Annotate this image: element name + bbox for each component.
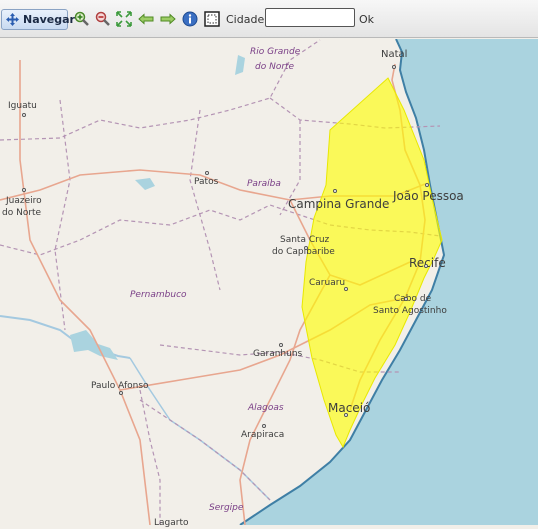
city-marker-joao-pessoa — [425, 183, 429, 187]
map-canvas[interactable] — [0, 39, 538, 525]
city-label-cabo-1: Cabo de — [394, 294, 432, 304]
city-marker-garanhuns — [279, 343, 283, 347]
city-marker-cabo — [404, 297, 408, 301]
city-marker-santa-cruz — [304, 246, 308, 250]
city-marker-paulo-afonso — [119, 391, 123, 395]
state-label-pernambuco: Pernambuco — [130, 290, 187, 300]
navigate-label: Navegar — [23, 13, 75, 26]
map-toolbar: Navegar Cidade: Ok — [0, 0, 538, 38]
state-label-alagoas: Alagoas — [248, 403, 284, 413]
city-marker-patos — [205, 171, 209, 175]
city-marker-natal — [392, 65, 396, 69]
state-label-sergipe: Sergipe — [209, 503, 244, 513]
city-label: Cidade: — [226, 13, 268, 26]
city-label-iguatu: Iguatu — [8, 101, 37, 111]
city-marker-iguatu — [22, 113, 26, 117]
select-box-icon[interactable] — [204, 11, 220, 27]
city-label-santa-cruz-1: Santa Cruz — [280, 235, 330, 245]
ok-button[interactable]: Ok — [359, 13, 374, 26]
city-label-recife: Recife — [409, 256, 446, 270]
city-label-campina-grande: Campina Grande — [288, 197, 390, 211]
city-marker-campina-grande — [333, 189, 337, 193]
city-label-caruaru: Caruaru — [309, 278, 346, 288]
next-view-icon[interactable] — [160, 11, 176, 27]
city-search-input[interactable] — [265, 8, 355, 27]
info-icon[interactable] — [182, 11, 198, 27]
navigate-button[interactable]: Navegar — [1, 9, 75, 30]
zoom-in-icon[interactable] — [74, 11, 90, 27]
city-label-patos: Patos — [194, 177, 219, 187]
city-marker-recife — [424, 264, 428, 268]
city-label-juazeiro-1: Juazeiro — [6, 196, 42, 206]
city-marker-arapiraca — [262, 424, 266, 428]
city-label-arapiraca: Arapiraca — [241, 430, 285, 440]
zoom-extent-icon[interactable] — [116, 11, 132, 27]
previous-view-icon[interactable] — [138, 11, 154, 27]
city-label-joao-pessoa: João Pessoa — [393, 189, 464, 203]
city-marker-caruaru — [344, 287, 348, 291]
city-marker-juazeiro — [22, 188, 26, 192]
city-label-cabo-2: Santo Agostinho — [373, 306, 447, 316]
state-label-rn-2: do Norte — [255, 62, 295, 72]
state-label-paraiba: Paraíba — [247, 179, 281, 189]
city-marker-maceio — [344, 413, 348, 417]
move-icon — [6, 13, 19, 26]
zoom-out-icon[interactable] — [95, 11, 111, 27]
state-label-rn-1: Rio Grande — [250, 47, 301, 57]
city-label-juazeiro-2: do Norte — [2, 208, 42, 218]
city-label-garanhuns: Garanhuns — [253, 349, 303, 359]
city-label-maceio: Maceió — [328, 401, 371, 415]
city-label-natal: Natal — [381, 49, 408, 60]
city-label-lagarto: Lagarto — [154, 518, 189, 528]
